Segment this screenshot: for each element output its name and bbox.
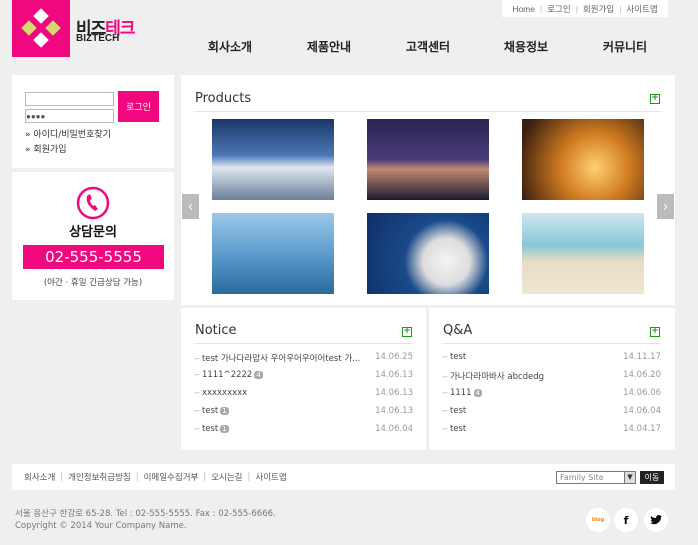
notice-item[interactable]: ⌐ 1111^2222 4 14.06.13	[195, 370, 413, 380]
products-more-icon[interactable]: +	[650, 94, 660, 104]
facebook-icon[interactable]: f	[614, 508, 638, 532]
join-link[interactable]: » 회원가입	[25, 142, 67, 155]
comment-count-badge: 4	[254, 371, 263, 379]
find-account-link[interactable]: » 아이디/비밀번호찾기	[25, 127, 111, 140]
qna-item[interactable]: ⌐ test 14.04.17	[443, 424, 661, 434]
blog-icon[interactable]: blog	[586, 508, 610, 532]
bullet-icon: ⌐	[195, 356, 202, 363]
item-title[interactable]: ⌐ test	[443, 352, 466, 362]
phone-icon	[76, 186, 110, 220]
item-date: 14.06.13	[375, 370, 413, 380]
item-date: 14.11.17	[623, 352, 661, 362]
nav-products[interactable]: 제품안내	[307, 38, 351, 55]
contact-title: 상담문의	[69, 225, 117, 240]
divider	[443, 343, 661, 344]
qna-more-icon[interactable]: +	[650, 327, 660, 337]
password-input[interactable]	[25, 109, 114, 123]
divider	[195, 343, 413, 344]
item-date: 14.06.20	[623, 370, 661, 380]
item-title[interactable]: ⌐ 가나다라마바사 abcdedg	[443, 370, 544, 382]
qna-item[interactable]: ⌐ test 14.06.04	[443, 406, 661, 416]
prev-arrow-icon[interactable]: ‹	[182, 194, 199, 219]
id-input[interactable]	[25, 92, 114, 106]
notice-item[interactable]: ⌐ test 1 14.06.13	[195, 406, 413, 416]
notice-more-icon[interactable]: +	[402, 327, 412, 337]
product-image-sea[interactable]	[212, 213, 334, 294]
login-button[interactable]: 로그인	[118, 91, 159, 122]
bullet-icon: ⌐	[195, 408, 202, 415]
item-date: 14.06.04	[375, 424, 413, 434]
item-title[interactable]: ⌐ 1111^2222 4	[195, 370, 263, 380]
notice-item[interactable]: ⌐ xxxxxxxxx 14.06.13	[195, 388, 413, 398]
item-date: 14.06.06	[623, 388, 661, 398]
item-date: 14.06.13	[375, 388, 413, 398]
item-title[interactable]: ⌐ test 1	[195, 406, 229, 416]
item-title[interactable]: ⌐ 1111 4	[443, 388, 483, 398]
footer-link-company[interactable]: 회사소개	[24, 471, 55, 483]
nav-community[interactable]: 커뮤니티	[603, 38, 647, 55]
qna-item[interactable]: ⌐ test 14.11.17	[443, 352, 661, 362]
bullet-icon: ⌐	[195, 390, 202, 397]
bullet-icon: ⌐	[443, 374, 450, 381]
family-site-select[interactable]: Family Site ▼	[556, 471, 636, 484]
bullet-icon: ⌐	[443, 354, 450, 361]
contact-phone: 02-555-5555	[23, 245, 164, 269]
product-image-seagull[interactable]	[367, 213, 489, 294]
footer-copyright: Copyright © 2014 Your Company Name.	[15, 521, 187, 531]
product-image-yoga[interactable]	[522, 119, 644, 200]
item-title[interactable]: ⌐ test	[443, 424, 466, 434]
bullet-icon: ⌐	[443, 408, 450, 415]
nav-support[interactable]: 고객센터	[406, 38, 450, 55]
product-image-clouds[interactable]	[212, 119, 334, 200]
top-link-join[interactable]: 회원가입	[583, 3, 614, 15]
product-image-bridge[interactable]	[367, 119, 489, 200]
item-date: 14.06.25	[375, 352, 413, 362]
bullet-icon: ⌐	[443, 390, 450, 397]
footer-link-email[interactable]: 이메일수집거부	[144, 471, 199, 483]
item-title[interactable]: ⌐ test 1	[195, 424, 229, 434]
bullet-icon: ⌐	[195, 372, 202, 379]
footer-link-privacy[interactable]: 개인정보취급방침	[68, 471, 131, 483]
qna-item[interactable]: ⌐ 1111 4 14.06.06	[443, 388, 661, 398]
contact-note: (야간 · 휴일 긴급상담 가능)	[43, 278, 143, 288]
comment-count-badge: 1	[220, 407, 229, 415]
logo-icon	[21, 8, 61, 48]
top-links: Home | 로그인 | 회원가입 | 사이트맵	[502, 0, 668, 17]
notice-item[interactable]: ⌐ test 1 14.06.04	[195, 424, 413, 434]
qna-title: Q&A	[443, 323, 473, 338]
next-arrow-icon[interactable]: ›	[657, 194, 674, 219]
item-title[interactable]: ⌐ test 가나다라맙사 우어우어우어어test 가...	[195, 352, 360, 364]
comment-count-badge: 4	[473, 389, 483, 397]
item-date: 14.06.13	[375, 406, 413, 416]
product-image-shell[interactable]	[522, 213, 644, 294]
comment-count-badge: 1	[220, 425, 229, 433]
item-title[interactable]: ⌐ xxxxxxxxx	[195, 388, 247, 398]
footer-address: 서울 용산구 한강로 65-28. Tel : 02-555-5555. Fax…	[15, 509, 276, 519]
top-link-login[interactable]: 로그인	[547, 3, 570, 15]
divider	[195, 111, 661, 112]
footer-link-sitemap[interactable]: 사이트맵	[255, 471, 286, 483]
products-title: Products	[195, 91, 252, 106]
notice-item[interactable]: ⌐ test 가나다라맙사 우어우어우어어test 가... 14.06.25	[195, 352, 413, 364]
bullet-icon: ⌐	[443, 426, 450, 433]
qna-item[interactable]: ⌐ 가나다라마바사 abcdedg 14.06.20	[443, 370, 661, 382]
nav-company[interactable]: 회사소개	[208, 38, 252, 55]
twitter-icon[interactable]: t	[644, 508, 668, 532]
top-link-sitemap[interactable]: 사이트맵	[626, 3, 657, 15]
item-date: 14.04.17	[623, 424, 661, 434]
bullet-icon: ⌐	[195, 426, 202, 433]
footer-link-directions[interactable]: 오시는길	[211, 471, 242, 483]
brand-sub: BIZTECH	[76, 33, 120, 44]
notice-title: Notice	[195, 323, 237, 338]
go-button[interactable]: 이동	[640, 471, 664, 484]
logo[interactable]	[12, 0, 70, 57]
chevron-down-icon: ▼	[624, 472, 635, 483]
nav-careers[interactable]: 채용정보	[504, 38, 548, 55]
item-date: 14.06.04	[623, 406, 661, 416]
top-link-home[interactable]: Home	[512, 4, 535, 14]
item-title[interactable]: ⌐ test	[443, 406, 466, 416]
